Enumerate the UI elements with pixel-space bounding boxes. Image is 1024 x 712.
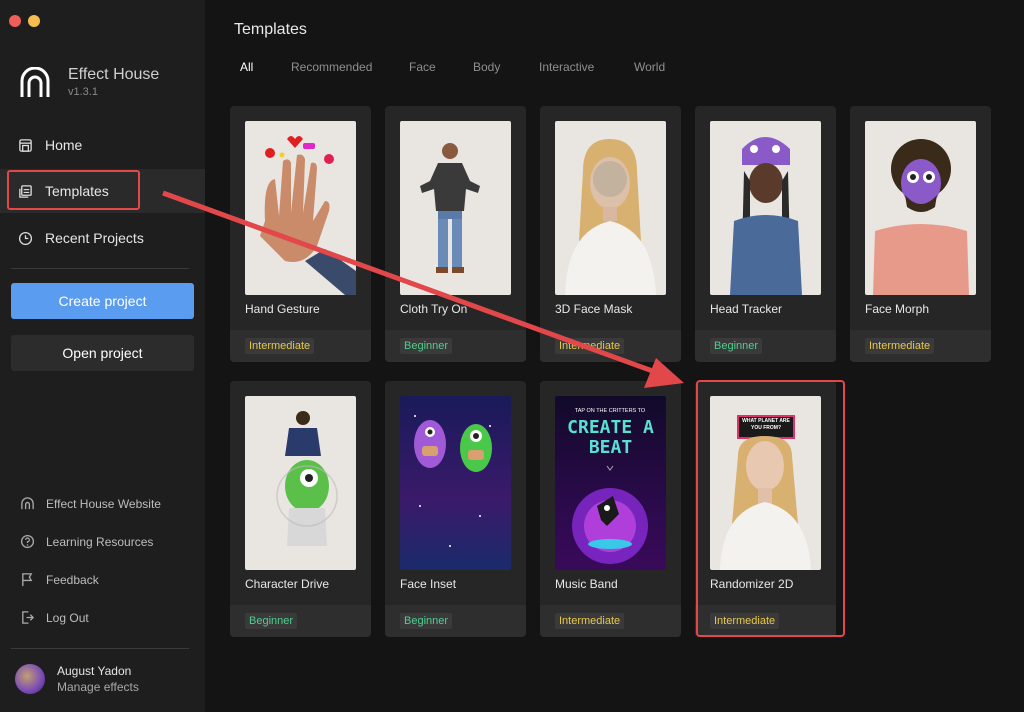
card-footer: Intermediate — [540, 330, 681, 362]
open-project-button[interactable]: Open project — [11, 335, 194, 371]
hand-gesture-preview-image — [260, 136, 356, 295]
template-title: 3D Face Mask — [555, 302, 633, 316]
template-thumbnail — [245, 121, 356, 295]
templates-highlight-box — [7, 170, 140, 210]
template-thumbnail — [400, 396, 511, 570]
page-title: Templates — [234, 21, 307, 38]
nav-item-recent-projects[interactable]: Recent Projects — [0, 216, 205, 260]
footer-link-label: Learning Resources — [46, 534, 154, 549]
help-icon — [20, 534, 35, 549]
card-footer: Intermediate — [230, 330, 371, 362]
tab-body[interactable]: Body — [473, 60, 539, 74]
sidebar: Effect House v1.3.1 Home Templates Recen… — [0, 0, 205, 712]
difficulty-badge: Beginner — [400, 613, 453, 629]
template-title: Hand Gesture — [245, 302, 320, 316]
template-thumbnail: TAP ON THE CRITTERS TO CREATE A BEAT — [555, 396, 666, 570]
card-footer: Beginner — [230, 605, 371, 637]
nav-label-recent-projects: Recent Projects — [45, 230, 144, 246]
template-title: Character Drive — [245, 577, 330, 591]
template-card-3d-face-mask[interactable]: 3D Face Mask Intermediate — [540, 106, 681, 362]
template-card-face-morph[interactable]: Face Morph Intermediate — [850, 106, 991, 362]
flag-icon — [22, 573, 33, 587]
head-tracker-preview-image — [730, 137, 802, 295]
clock-icon — [18, 231, 33, 245]
log-out-link[interactable]: Log Out — [20, 610, 89, 625]
template-title: Head Tracker — [710, 302, 783, 316]
template-title: Face Inset — [400, 577, 457, 591]
app-version: v1.3.1 — [68, 86, 98, 98]
difficulty-badge: Intermediate — [555, 338, 625, 354]
feedback-link[interactable]: Feedback — [20, 572, 99, 587]
randomizer-highlight-box — [696, 380, 845, 637]
difficulty-badge: Intermediate — [865, 338, 935, 354]
face-morph-preview-image — [873, 139, 969, 295]
sidebar-divider — [11, 648, 189, 649]
template-title: Cloth Try On — [400, 302, 468, 316]
tab-face[interactable]: Face — [409, 60, 473, 74]
template-card-character-drive[interactable]: Character Drive Beginner — [230, 381, 371, 637]
template-thumbnail — [245, 396, 356, 570]
tab-all[interactable]: All — [240, 60, 291, 74]
close-window-button[interactable] — [9, 15, 21, 27]
template-thumbnail — [400, 121, 511, 295]
effect-house-website-link[interactable]: Effect House Website — [20, 496, 161, 511]
sidebar-divider — [11, 268, 189, 269]
card-footer: Intermediate — [540, 605, 681, 637]
template-thumbnail — [865, 121, 976, 295]
effect-house-window: Effect House v1.3.1 Home Templates Recen… — [0, 0, 1024, 712]
card-footer: Intermediate — [850, 330, 991, 362]
difficulty-badge: Beginner — [400, 338, 453, 354]
footer-link-label: Effect House Website — [46, 496, 161, 511]
manage-effects-link[interactable]: Manage effects — [57, 680, 139, 694]
difficulty-badge: Beginner — [245, 613, 298, 629]
cloth-try-on-preview-image — [420, 143, 480, 273]
home-icon — [19, 138, 32, 152]
user-name: August Yadon — [57, 664, 132, 678]
difficulty-badge: Intermediate — [245, 338, 315, 354]
category-tabs: All Recommended Face Body Interactive Wo… — [240, 60, 665, 74]
template-card-face-inset[interactable]: Face Inset Beginner — [385, 381, 526, 637]
card-footer: Beginner — [695, 330, 836, 362]
difficulty-badge: Beginner — [710, 338, 763, 354]
tab-recommended[interactable]: Recommended — [291, 60, 409, 74]
app-name: Effect House — [68, 66, 160, 83]
template-title: Music Band — [555, 577, 618, 591]
difficulty-badge: Intermediate — [555, 613, 625, 629]
tab-world[interactable]: World — [634, 60, 665, 74]
template-card-cloth-try-on[interactable]: Cloth Try On Beginner — [385, 106, 526, 362]
card-footer: Beginner — [385, 605, 526, 637]
character-drive-preview-image — [276, 411, 338, 546]
template-title: Face Morph — [865, 302, 930, 316]
nav-label-home: Home — [45, 137, 83, 153]
learning-resources-link[interactable]: Learning Resources — [20, 534, 153, 549]
tab-interactive[interactable]: Interactive — [539, 60, 634, 74]
template-thumbnail — [555, 121, 666, 295]
effect-house-logo-icon — [20, 67, 50, 97]
music-band-caption: TAP ON THE CRITTERS TO — [575, 408, 646, 414]
logout-icon — [22, 611, 35, 624]
window-controls — [9, 15, 40, 27]
template-card-hand-gesture[interactable]: Hand Gesture Intermediate — [230, 106, 371, 362]
3d-face-mask-preview-image — [565, 139, 656, 295]
avatar[interactable] — [15, 664, 45, 694]
music-band-preview-image: TAP ON THE CRITTERS TO CREATE A BEAT — [567, 408, 654, 564]
template-card-head-tracker[interactable]: Head Tracker Beginner — [695, 106, 836, 362]
card-footer: Beginner — [385, 330, 526, 362]
create-project-button[interactable]: Create project — [11, 283, 194, 319]
face-inset-preview-image — [414, 415, 492, 547]
footer-link-label: Log Out — [46, 610, 89, 625]
template-card-music-band[interactable]: TAP ON THE CRITTERS TO CREATE A BEAT Mus… — [540, 381, 681, 637]
music-band-headline: CREATE A BEAT — [567, 418, 654, 458]
nav-item-home[interactable]: Home — [0, 123, 205, 167]
minimize-window-button[interactable] — [28, 15, 40, 27]
globe-icon — [21, 497, 34, 510]
footer-link-label: Feedback — [46, 572, 99, 587]
template-thumbnail — [710, 121, 821, 295]
